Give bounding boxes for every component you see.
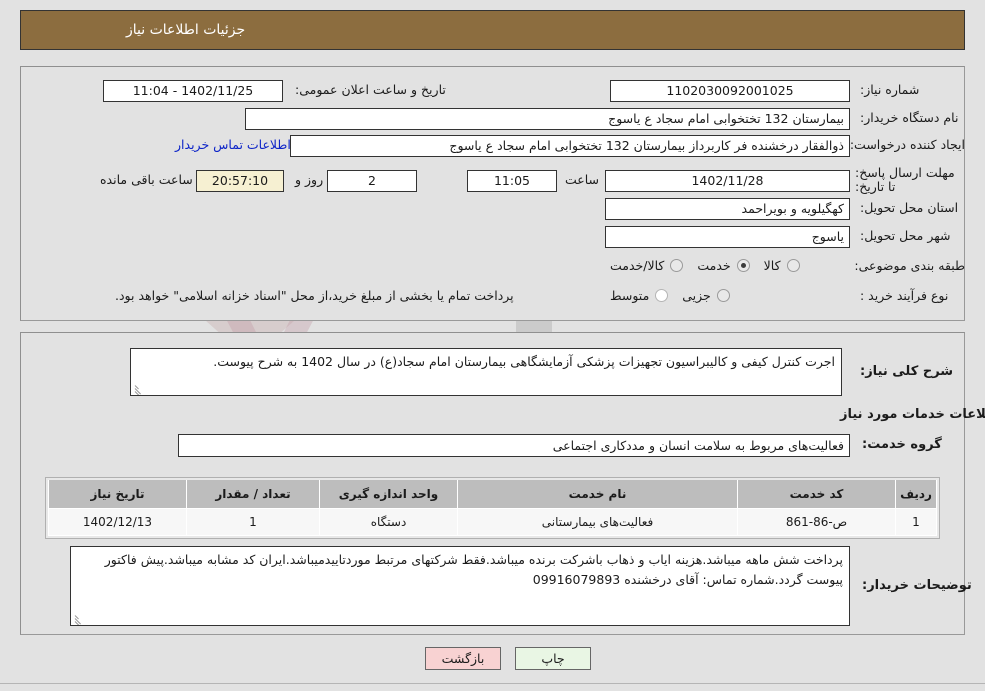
cell-index: 1 bbox=[895, 508, 937, 536]
purchase-type-label-row: نوع فرآیند خرید : bbox=[860, 288, 965, 303]
service-group-label: گروه خدمت: bbox=[862, 437, 942, 452]
th-unit: واحد اندازه گیری bbox=[319, 480, 458, 509]
services-section-heading: اطلاعات خدمات مورد نیاز bbox=[840, 407, 985, 422]
service-group-value: فعالیت‌های مربوط به سلامت انسان و مددکار… bbox=[178, 434, 850, 457]
city-value: یاسوج bbox=[605, 226, 850, 248]
th-service-code: کد خدمت bbox=[737, 480, 896, 509]
requester-label: ایجاد کننده درخواست: bbox=[849, 137, 965, 152]
purchase-type-label: نوع فرآیند خرید : bbox=[860, 288, 949, 303]
services-table: ردیف کد خدمت نام خدمت واحد اندازه گیری ت… bbox=[48, 480, 937, 536]
remaining-days-value: 2 bbox=[327, 170, 417, 192]
city-label-row: شهر محل تحویل: bbox=[860, 228, 965, 243]
cell-need-date: 1402/12/13 bbox=[48, 508, 187, 536]
th-need-date: تاریخ نیاز bbox=[48, 480, 187, 509]
remaining-days-label: روز و bbox=[295, 172, 324, 187]
th-index: ردیف bbox=[895, 480, 937, 509]
buyer-org-label: نام دستگاه خریدار: bbox=[860, 110, 959, 125]
resize-grip-icon[interactable] bbox=[134, 381, 146, 395]
buyer-notes-label: توضیحات خریدار: bbox=[862, 578, 972, 593]
table-row[interactable]: 1 ص-86-861 فعالیت‌های بیمارستانی دستگاه … bbox=[48, 508, 937, 536]
requester-label-row: ایجاد کننده درخواست: bbox=[850, 137, 965, 152]
cell-service-name: فعالیت‌های بیمارستانی bbox=[457, 508, 738, 536]
services-table-wrapper: ردیف کد خدمت نام خدمت واحد اندازه گیری ت… bbox=[45, 477, 940, 539]
province-label: استان محل تحویل: bbox=[860, 200, 959, 215]
requester-value: ذوالفقار درخشنده فر کاربرداز بیمارستان 1… bbox=[290, 135, 850, 157]
category-label-row: طبقه بندی موضوعی: bbox=[854, 258, 965, 273]
footer-divider bbox=[0, 683, 985, 684]
remaining-time-label: ساعت باقی مانده bbox=[100, 172, 193, 187]
city-label: شهر محل تحویل: bbox=[860, 228, 951, 243]
remaining-time-value: 20:57:10 bbox=[196, 170, 284, 192]
province-value: کهگیلویه و بویراحمد bbox=[605, 198, 850, 220]
deadline-hour-value: 11:05 bbox=[467, 170, 557, 192]
province-label-row: استان محل تحویل: bbox=[860, 200, 965, 215]
cell-service-code: ص-86-861 bbox=[737, 508, 896, 536]
category-radio-kala-khedmat[interactable] bbox=[670, 259, 684, 272]
print-button[interactable]: چاپ bbox=[515, 647, 591, 670]
announce-datetime-value: 1402/11/25 - 11:04 bbox=[103, 80, 283, 102]
buyer-notes-textarea[interactable]: پرداخت شش ماهه میباشد.هزینه ایاب و ذهاب … bbox=[70, 546, 850, 626]
description-text: اجرت کنترل کیفی و کالیبراسیون تجهیزات پز… bbox=[213, 354, 835, 369]
deadline-hour-label: ساعت bbox=[565, 172, 600, 187]
need-number-label-row: شماره نیاز: bbox=[860, 82, 965, 97]
treasury-note: پرداخت تمام یا بخشی از مبلغ خرید،از محل … bbox=[115, 288, 514, 303]
description-label: شرح کلی نیاز: bbox=[860, 364, 954, 379]
cell-quantity: 1 bbox=[186, 508, 320, 536]
need-number-label: شماره نیاز: bbox=[860, 82, 920, 97]
buyer-org-label-row: نام دستگاه خریدار: bbox=[860, 110, 965, 125]
category-label: طبقه بندی موضوعی: bbox=[854, 258, 965, 273]
buyer-notes-text: پرداخت شش ماهه میباشد.هزینه ایاب و ذهاب … bbox=[104, 552, 843, 587]
category-radio-kala[interactable] bbox=[786, 259, 800, 272]
page-title: جزئیات اطلاعات نیاز bbox=[126, 22, 246, 38]
purchase-type-radio-motevaset[interactable] bbox=[655, 289, 669, 302]
category-radio-kala-khedmat-label: کالا/خدمت bbox=[610, 258, 665, 273]
th-quantity: تعداد / مقدار bbox=[186, 480, 320, 509]
buyer-contact-link[interactable]: اطلاعات تماس خریدار bbox=[175, 137, 291, 152]
description-textarea[interactable]: اجرت کنترل کیفی و کالیبراسیون تجهیزات پز… bbox=[130, 348, 842, 396]
th-service-name: نام خدمت bbox=[457, 480, 738, 509]
purchase-type-radio-group[interactable]: جزیی متوسط bbox=[600, 288, 730, 303]
deadline-label: مهلت ارسال پاسخ: تا تاریخ: bbox=[855, 165, 955, 194]
purchase-type-radio-jozii[interactable] bbox=[716, 289, 730, 302]
page-title-bar: جزئیات اطلاعات نیاز bbox=[20, 10, 965, 50]
cell-unit: دستگاه bbox=[319, 508, 458, 536]
back-button[interactable]: بازگشت bbox=[425, 647, 501, 670]
category-radio-khedmat[interactable] bbox=[736, 259, 750, 272]
buyer-org-value: بیمارستان 132 تختخوابی امام سجاد ع یاسوج bbox=[245, 108, 850, 130]
announce-datetime-label: تاریخ و ساعت اعلان عمومی: bbox=[295, 82, 446, 97]
need-number-value: 1102030092001025 bbox=[610, 80, 850, 102]
purchase-type-radio-motevaset-label: متوسط bbox=[610, 288, 650, 303]
category-radio-khedmat-label: خدمت bbox=[697, 258, 731, 273]
table-header-row: ردیف کد خدمت نام خدمت واحد اندازه گیری ت… bbox=[48, 480, 937, 509]
deadline-date-value: 1402/11/28 bbox=[605, 170, 850, 192]
category-radio-kala-label: کالا bbox=[763, 258, 781, 273]
purchase-type-radio-jozii-label: جزیی bbox=[682, 288, 711, 303]
need-info-panel bbox=[20, 66, 965, 321]
category-radio-group[interactable]: کالا خدمت کالا/خدمت bbox=[600, 258, 800, 273]
resize-grip-icon-notes[interactable] bbox=[74, 611, 86, 625]
